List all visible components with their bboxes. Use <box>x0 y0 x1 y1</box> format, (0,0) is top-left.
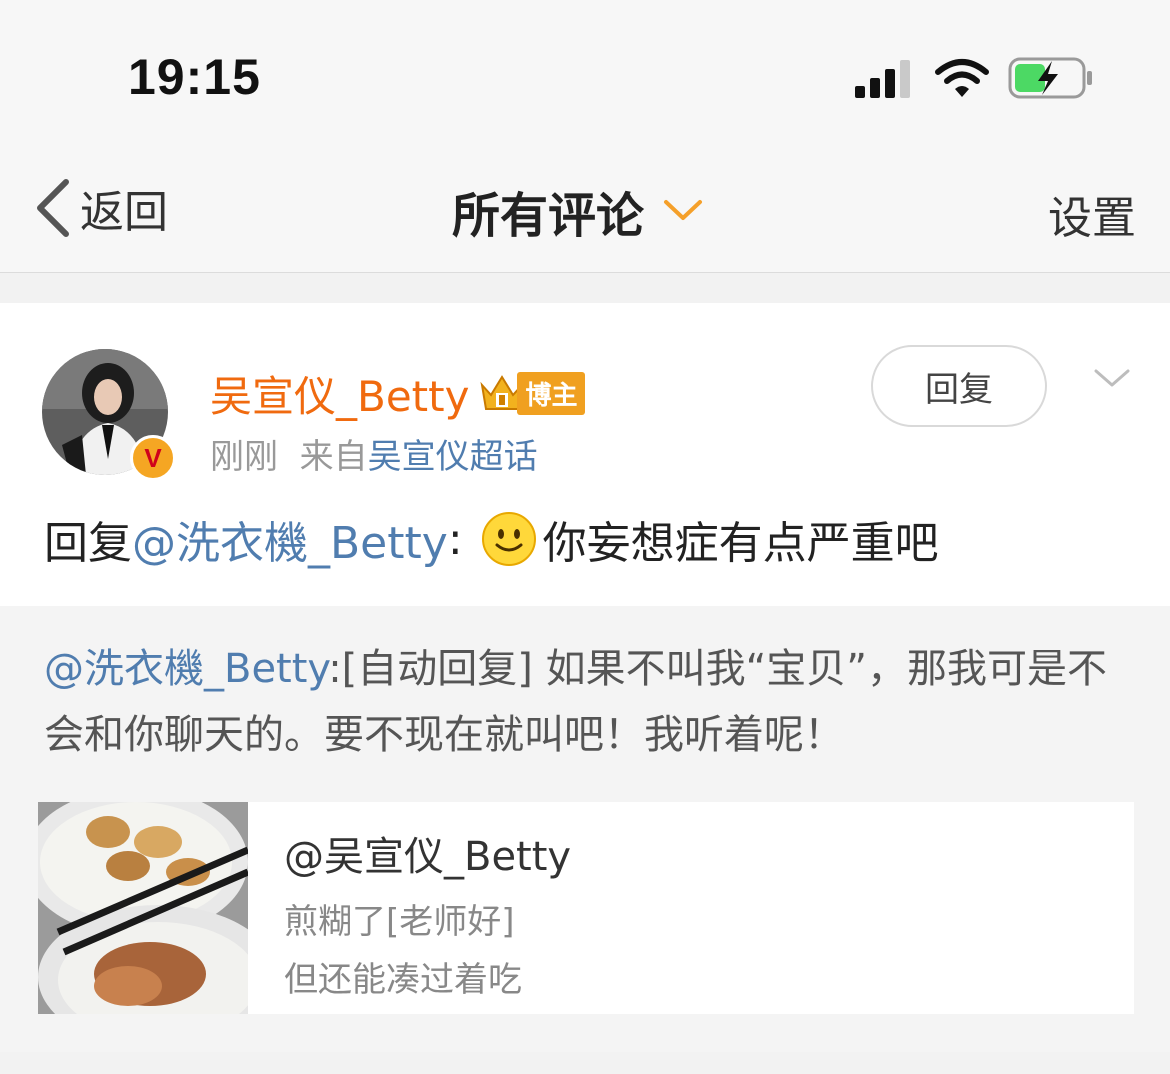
quoted-reply-text: @洗衣機_Betty:[自动回复] 如果不叫我“宝贝”，那我可是不会和你聊天的。… <box>44 636 1134 768</box>
source-link[interactable]: 吴宣仪超话 <box>368 437 538 477</box>
blogger-badge: 博主 <box>479 372 586 415</box>
comment-meta: 刚刚 来自吴宣仪超话 <box>210 429 538 478</box>
section-divider <box>0 1052 1170 1074</box>
post-thumbnail <box>38 802 248 1014</box>
comment-card: V 吴宣仪_Betty 博主 刚刚 来自吴宣仪超话 回复 回复 @洗衣機_Bet… <box>0 303 1170 606</box>
nav-bar: 返回 所有评论 设置 <box>0 150 1170 273</box>
comment-time: 刚刚 <box>210 437 278 477</box>
dropdown-chevron-icon <box>664 200 703 220</box>
quoted-reply-section: @洗衣機_Betty:[自动回复] 如果不叫我“宝贝”，那我可是不会和你聊天的。… <box>0 606 1170 1052</box>
post-image <box>38 802 248 1014</box>
blogger-badge-label: 博主 <box>517 372 586 415</box>
settings-button[interactable]: 设置 <box>1048 182 1136 246</box>
comment-body: 你妄想症有点严重吧 <box>542 518 939 569</box>
mention-link[interactable]: @洗衣機_Betty <box>132 507 448 571</box>
battery-charging-icon <box>1008 57 1092 99</box>
username-row: 吴宣仪_Betty 博主 <box>210 363 586 424</box>
status-time: 19:15 <box>128 49 261 105</box>
comment-text: 回复 @洗衣機_Betty : 你妄想症有点严重吧 <box>44 507 939 571</box>
original-post-card[interactable]: @吴宣仪_Betty 煎糊了[老师好] 但还能凑过着吃 <box>38 802 1134 1014</box>
back-button[interactable]: 返回 <box>34 178 168 238</box>
username[interactable]: 吴宣仪_Betty <box>210 363 469 424</box>
quoted-mention-link[interactable]: @洗衣機_Betty <box>44 646 328 692</box>
post-text-line2: 但还能凑过着吃 <box>284 960 522 1000</box>
page-title: 所有评论 <box>452 188 645 244</box>
status-bar: 19:15 <box>0 0 1170 150</box>
source-prefix: 来自 <box>299 437 368 477</box>
wifi-icon <box>935 59 989 97</box>
back-label: 返回 <box>80 187 168 238</box>
back-chevron-icon <box>37 179 69 237</box>
comment-filter-dropdown[interactable]: 所有评论 <box>452 176 704 246</box>
verified-v-icon: V <box>130 435 176 481</box>
reply-prefix: 回复 <box>44 518 132 569</box>
post-author: @吴宣仪_Betty <box>284 834 572 880</box>
signal-icon <box>855 60 910 98</box>
colon: : <box>447 513 463 565</box>
avatar-container[interactable]: V <box>42 349 176 481</box>
more-chevron-icon[interactable] <box>1092 365 1132 393</box>
reply-button[interactable]: 回复 <box>871 345 1047 427</box>
smile-emoji-icon <box>481 512 536 566</box>
post-text-line1: 煎糊了[老师好] <box>284 902 515 942</box>
